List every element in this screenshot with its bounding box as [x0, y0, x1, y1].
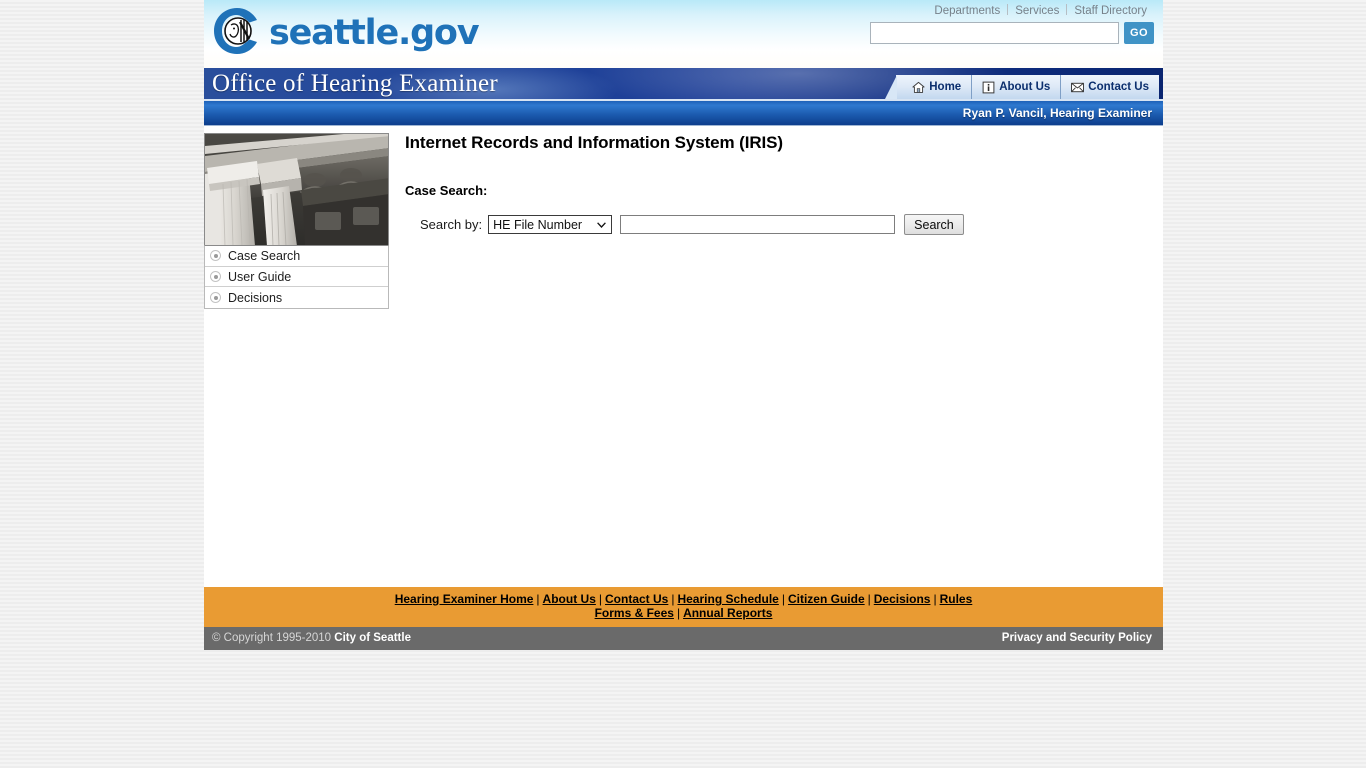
- footer-links-row-1: Hearing Examiner Home | About Us | Contact U…: [204, 592, 1163, 607]
- utility-nav-staff-directory[interactable]: Staff Directory: [1067, 5, 1154, 17]
- sidebar-photo: [204, 133, 389, 245]
- footer-link-about-us[interactable]: About Us: [543, 592, 596, 606]
- site-search-input[interactable]: [870, 22, 1119, 44]
- footer-separator: |: [867, 592, 871, 606]
- classical-columns-photo: [205, 134, 388, 245]
- chevron-down-icon: [597, 221, 607, 228]
- content-area: Case Search User Guide Decisions Interne…: [204, 126, 1163, 587]
- page-title: Internet Records and Information System …: [405, 133, 783, 152]
- footer-link-hearing-schedule[interactable]: Hearing Schedule: [677, 592, 778, 606]
- footer-separator: |: [598, 592, 602, 606]
- copyright-prefix: © Copyright 1995-2010: [212, 632, 335, 644]
- footer-separator: |: [781, 592, 785, 606]
- footer-link-hearing-examiner-home[interactable]: Hearing Examiner Home: [395, 592, 534, 606]
- bullet-icon: [210, 292, 221, 304]
- footer-separator: |: [536, 592, 540, 606]
- sidebar-item-decisions[interactable]: Decisions: [205, 287, 388, 309]
- copyright-org: City of Seattle: [334, 632, 411, 644]
- footer-link-forms-and-fees[interactable]: Forms & Fees: [595, 606, 674, 620]
- copyright-text: © Copyright 1995-2010 City of Seattle: [212, 632, 411, 644]
- sidebar: Case Search User Guide Decisions: [204, 133, 389, 310]
- tab-home-label: Home: [929, 81, 962, 93]
- sidebar-item-label: Decisions: [228, 290, 283, 305]
- bullet-icon: [210, 271, 221, 283]
- case-search-input[interactable]: [620, 215, 896, 234]
- site-search-go-button[interactable]: GO: [1124, 22, 1154, 44]
- search-by-label: Search by:: [420, 217, 483, 232]
- sidebar-item-case-search[interactable]: Case Search: [205, 246, 388, 267]
- tab-about-us-label: About Us: [999, 81, 1051, 93]
- footer-link-annual-reports[interactable]: Annual Reports: [683, 606, 772, 620]
- house-icon: [912, 81, 925, 93]
- footer-copyright-bar: © Copyright 1995-2010 City of Seattle Pr…: [204, 627, 1163, 650]
- department-title: Office of Hearing Examiner: [212, 70, 498, 97]
- sidebar-item-user-guide[interactable]: User Guide: [205, 266, 388, 288]
- site-search: GO: [870, 22, 1154, 44]
- department-banner: Office of Hearing Examiner Home About Us: [204, 68, 1163, 101]
- seattle-gov-logo[interactable]: seattle.gov: [212, 6, 480, 56]
- privacy-and-security-policy-link[interactable]: Privacy and Security Policy: [1002, 632, 1152, 644]
- seattle-gov-wordmark: seattle.gov: [269, 12, 480, 53]
- footer-separator: |: [676, 605, 681, 620]
- search-by-selected-value: HE File Number: [493, 217, 583, 232]
- tab-contact-us-label: Contact Us: [1088, 81, 1149, 93]
- info-icon: [982, 81, 995, 93]
- sidebar-menu: Case Search User Guide Decisions: [204, 245, 389, 310]
- bullet-icon: [210, 250, 221, 262]
- examiner-bar: Ryan P. Vancil, Hearing Examiner: [204, 101, 1163, 126]
- sidebar-item-label: Case Search: [228, 248, 301, 263]
- footer-links-row-2: Forms & Fees | Annual Reports: [204, 605, 1163, 621]
- footer-link-decisions[interactable]: Decisions: [874, 592, 931, 606]
- department-nav-tabs: Home About Us Contact Us: [885, 75, 1159, 99]
- envelope-icon: [1071, 82, 1085, 92]
- tab-about-us[interactable]: About Us: [971, 75, 1061, 99]
- tab-contact-us[interactable]: Contact Us: [1060, 75, 1159, 99]
- sidebar-item-label: User Guide: [228, 269, 292, 284]
- seattle-city-seal-icon: [214, 8, 257, 54]
- utility-nav: Departments Services Staff Directory: [927, 4, 1154, 17]
- search-by-select[interactable]: HE File Number: [488, 215, 613, 234]
- case-search-label: Case Search:: [405, 183, 488, 198]
- footer-link-rules[interactable]: Rules: [940, 592, 973, 606]
- footer-separator: |: [933, 592, 937, 606]
- utility-nav-services[interactable]: Services: [1008, 5, 1066, 17]
- footer-link-contact-us[interactable]: Contact Us: [605, 592, 668, 606]
- page-container: seattle.gov Departments Services Staff Dir…: [204, 0, 1163, 650]
- tab-home[interactable]: Home: [885, 75, 972, 99]
- examiner-name: Ryan P. Vancil, Hearing Examiner: [962, 106, 1152, 120]
- case-search-form: Search by: HE File Number Search: [420, 214, 1157, 235]
- footer-links: Hearing Examiner Home | About Us | Contact U…: [204, 587, 1163, 627]
- site-masthead: seattle.gov Departments Services Staff Dir…: [204, 0, 1163, 68]
- utility-nav-departments[interactable]: Departments: [927, 5, 1007, 17]
- main-column: Internet Records and Information System …: [405, 126, 1157, 235]
- footer-link-citizen-guide[interactable]: Citizen Guide: [788, 592, 865, 606]
- case-search-submit-button[interactable]: Search: [904, 214, 964, 235]
